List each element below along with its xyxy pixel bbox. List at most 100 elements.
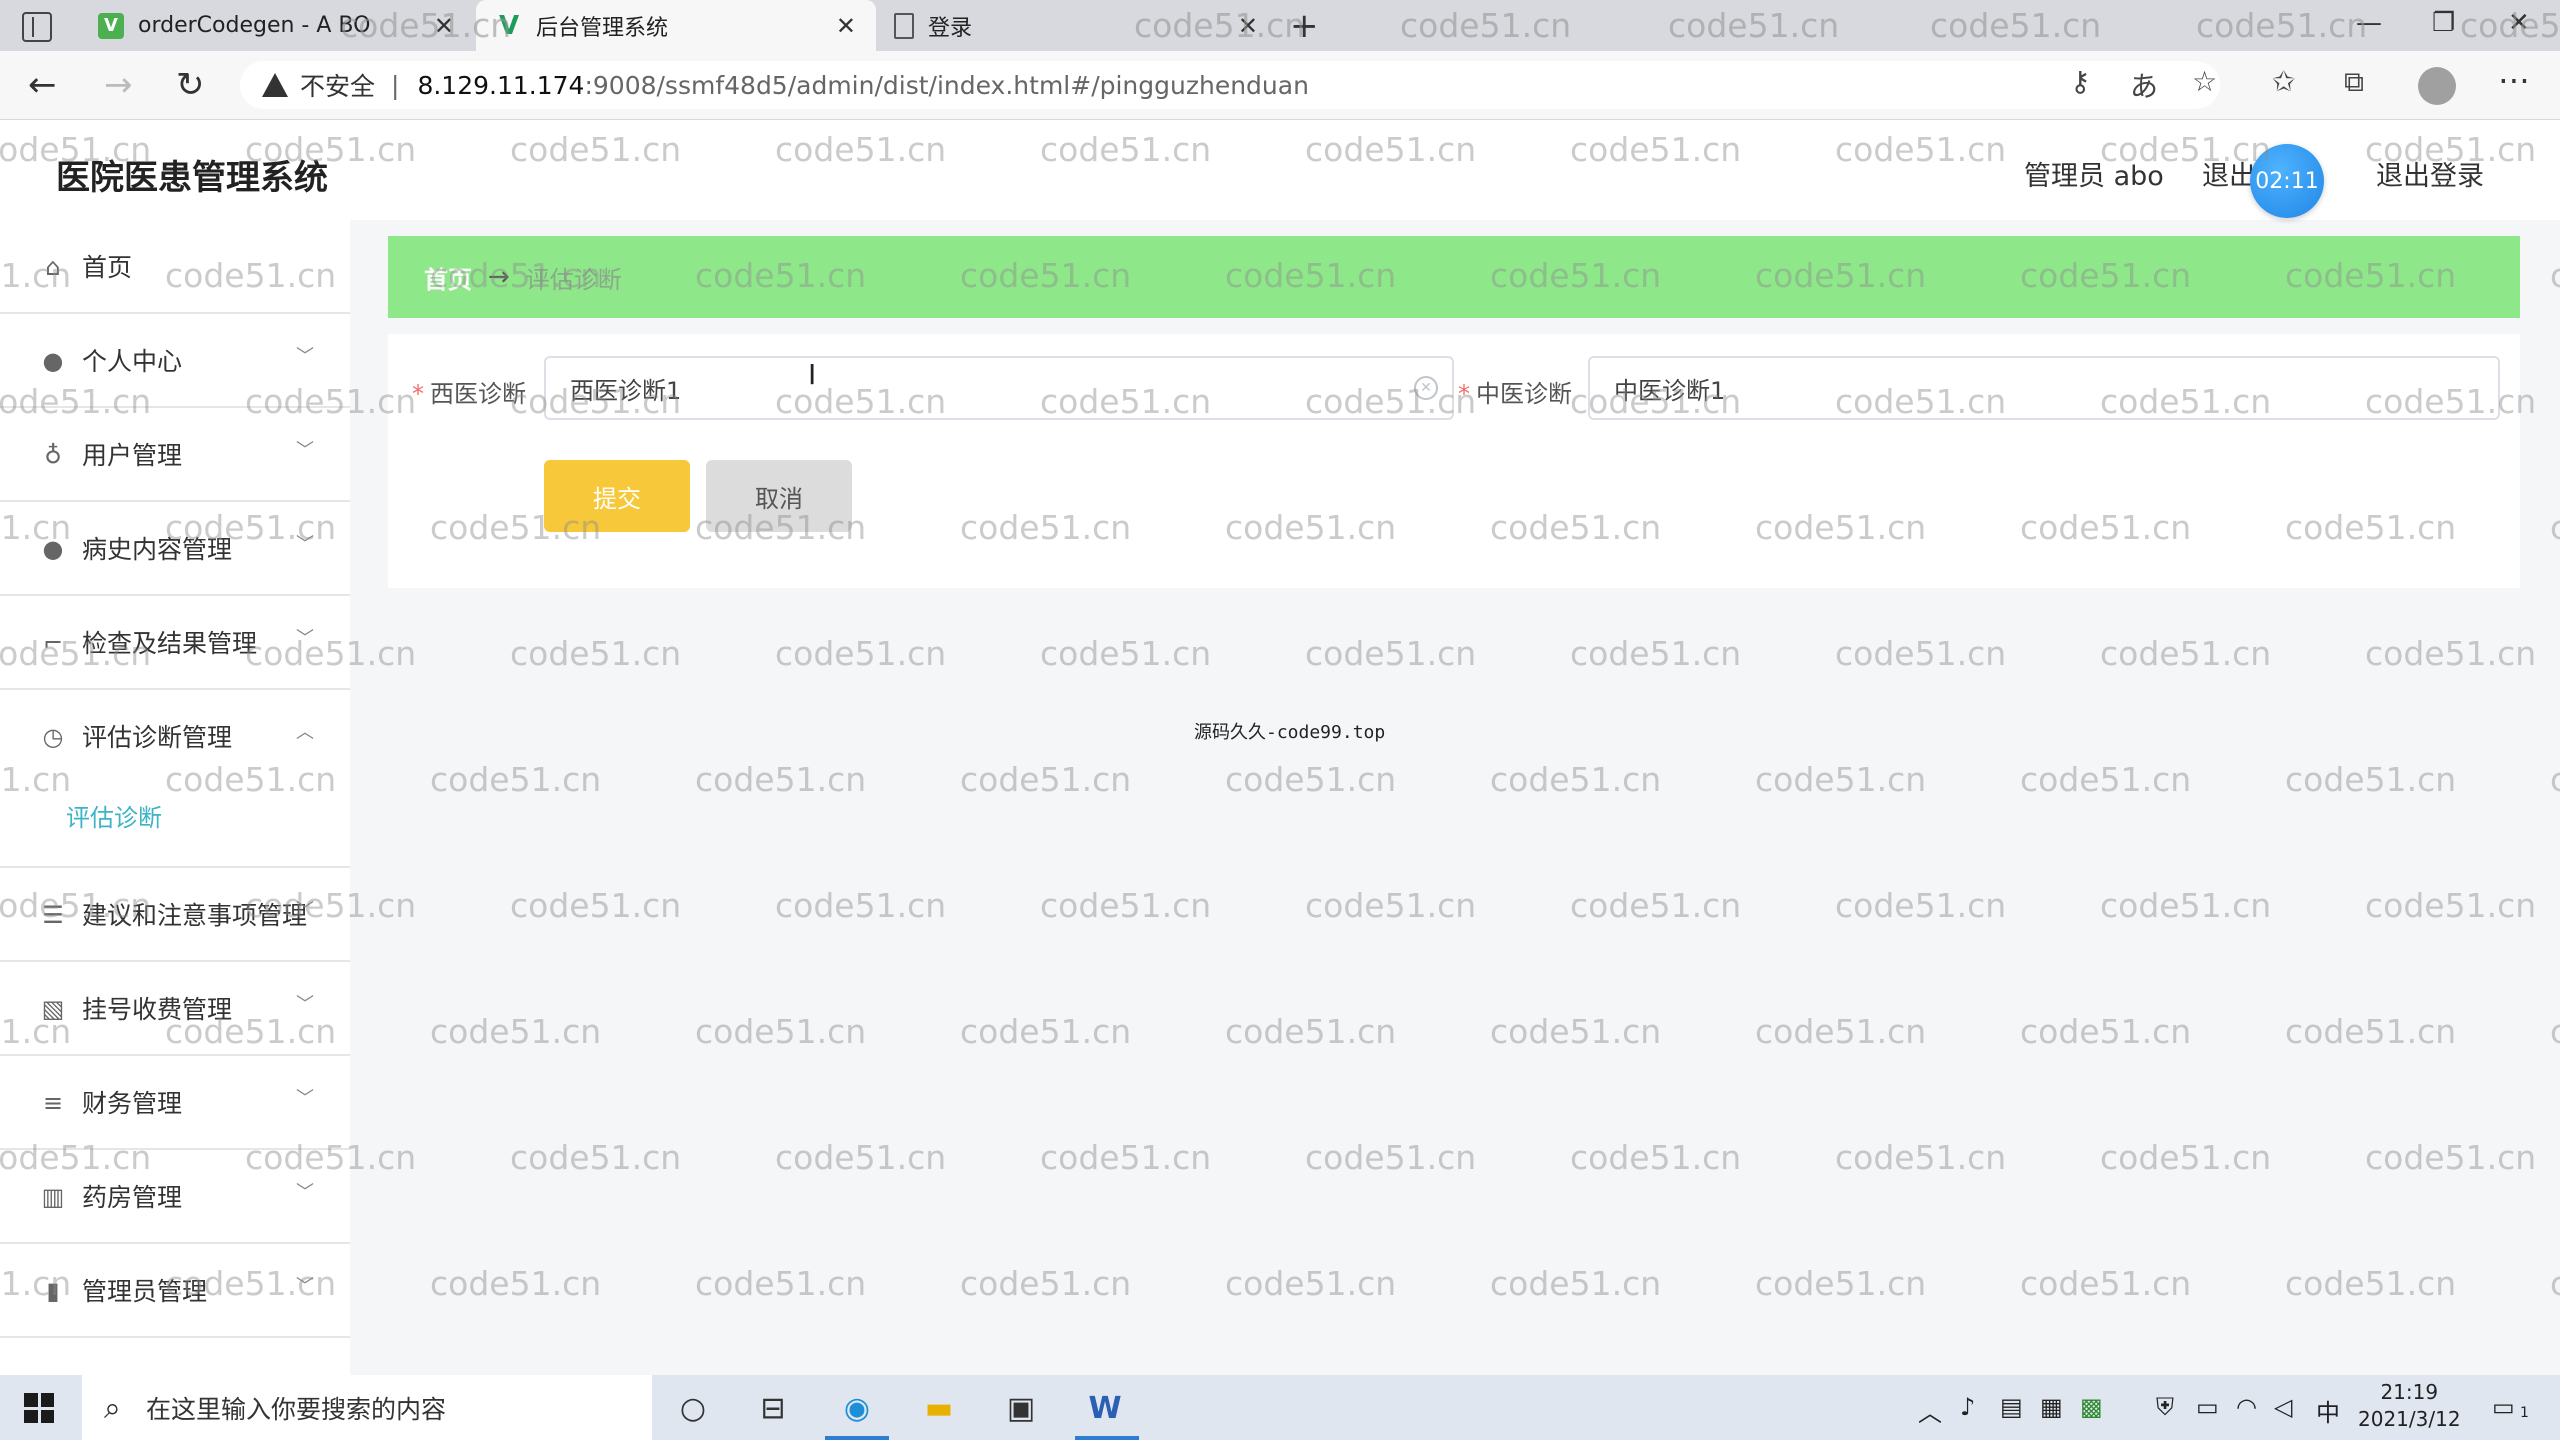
watermark-text: code51.cn (2100, 634, 2272, 673)
restore-icon[interactable]: ❐ (2432, 8, 2455, 38)
stack-icon: ☰ (42, 901, 64, 929)
submit-button[interactable]: 提交 (544, 460, 690, 532)
watermark-text: code51.cn (2285, 1264, 2457, 1303)
reload-icon[interactable]: ↻ (176, 65, 205, 105)
footer-note: 源码久久-code99.top (1194, 722, 1386, 743)
windows-start-icon[interactable] (24, 1393, 54, 1423)
shield-icon[interactable]: ⛨ (2156, 1393, 2174, 1421)
chinese-diagnosis-label: * 中医诊断 (1458, 380, 1572, 408)
collections-icon[interactable]: ⧉ (2344, 65, 2364, 99)
file-explorer-icon[interactable]: ▬ (916, 1385, 962, 1431)
taskbar-search-box[interactable]: ⌕ 在这里输入你要搜索的内容 (82, 1375, 652, 1440)
watermark-text: code51.cn (2100, 886, 2272, 925)
app-tray-icon[interactable]: ▩ (2080, 1393, 2103, 1421)
watermark-text: code51.cn (695, 1012, 867, 1051)
watermark-text: code51.cn (695, 1264, 867, 1303)
v-logo-icon: V (98, 12, 124, 39)
task-view-icon[interactable]: ⊟ (750, 1385, 796, 1431)
sidebar-item-label: 个人中心 (82, 347, 183, 376)
chinese-diagnosis-input[interactable]: 中医诊断1 (1588, 356, 2500, 420)
app-title: 医院医患管理系统 (56, 158, 328, 198)
favorites-icon[interactable]: ✩ (2272, 65, 2295, 98)
watermark-text: code51.cn (960, 1264, 1132, 1303)
sidebar-item-pharmacy[interactable]: ▥ 药房管理 ﹀ (0, 1150, 350, 1244)
tab-title: 后台管理系统 (536, 15, 669, 41)
chinese-diagnosis-value: 中医诊断1 (1614, 376, 1726, 405)
sidebar-item-diagnosis[interactable]: ◷ 评估诊断管理 ︿ 评估诊断 (0, 690, 350, 868)
store-icon[interactable]: ▣ (998, 1385, 1044, 1431)
logout-link[interactable]: 退出登录 (2376, 154, 2484, 193)
monitor-icon[interactable]: ▦ (2040, 1393, 2063, 1421)
watermark-text: code51.cn (1490, 760, 1662, 799)
watermark-text: code51.cn (2550, 256, 2560, 295)
cortana-icon[interactable]: ○ (670, 1385, 716, 1431)
browser-tab-2[interactable]: V 后台管理系统 ✕ (476, 0, 876, 51)
notification-count: 1 (2520, 1405, 2529, 1421)
more-icon[interactable]: ⋯ (2498, 61, 2530, 99)
watermark-text: code51.cn (960, 1012, 1132, 1051)
watermark-text: code51.cn (430, 1264, 602, 1303)
watermark-text: code51.cn (775, 634, 947, 673)
clear-icon[interactable]: ✕ (1414, 376, 1438, 400)
western-diagnosis-label: * 西医诊断 (412, 380, 526, 408)
required-mark: * (1458, 380, 1470, 408)
sidebar-item-label: 管理员管理 (82, 1277, 208, 1306)
watermark-text: code51.cn (960, 760, 1132, 799)
chevron-up-icon[interactable]: ︿ (1918, 1393, 1942, 1428)
wifi-icon[interactable]: ◠ (2236, 1393, 2257, 1421)
chevron-down-icon: ﹀ (296, 1276, 314, 1297)
battery-icon[interactable]: ▭ (2196, 1393, 2219, 1421)
screen-icon[interactable]: ▤ (2000, 1393, 2023, 1421)
breadcrumb-home[interactable]: 首页 (424, 260, 472, 295)
ime-indicator[interactable]: 中 (2316, 1393, 2340, 1428)
sidebar-item-personal-center[interactable]: ● 个人中心 ﹀ (0, 314, 350, 408)
watermark-text: code51.cn (1835, 886, 2007, 925)
sidebar-item-home[interactable]: ⌂ 首页 (0, 220, 350, 314)
sidebar: ⌂ 首页 ● 个人中心 ﹀ ♁ 用户管理 ﹀ ● 病史内容管理 ﹀ ⌐ 检查及结… (0, 220, 350, 1375)
watermark-text: code51.cn (1490, 1012, 1662, 1051)
address-bar: ← → ↻ 不安全 | 8.129.11.174 :9008/ssmf48d5/… (0, 51, 2560, 120)
watermark-text: code51.cn (1490, 1264, 1662, 1303)
logout-partial-link[interactable]: 退出 (2202, 154, 2256, 193)
submenu-item-diagnosis[interactable]: 评估诊断 (66, 798, 162, 833)
watermark-text: code51.cn (1040, 634, 1212, 673)
tab-actions-icon[interactable] (22, 12, 52, 42)
forward-icon[interactable]: → (104, 65, 133, 105)
breadcrumb-arrow-icon: → (488, 262, 510, 292)
clock-icon: ◷ (42, 723, 64, 751)
sidebar-item-finance[interactable]: ≡ 财务管理 ﹀ (0, 1056, 350, 1150)
chevron-down-icon: ﹀ (296, 994, 314, 1015)
watermark-text: code51.cn (1755, 760, 1927, 799)
western-diagnosis-input[interactable]: 西医诊断1 ✕ (544, 356, 1454, 420)
watermark-text: code51.cn (2550, 508, 2560, 547)
edge-icon[interactable]: ◉ (834, 1385, 880, 1431)
watermark-text: code51.cn (1755, 1264, 1927, 1303)
watermark-text: code51.cn (1225, 760, 1397, 799)
text-cursor-icon: I (808, 358, 817, 391)
sidebar-item-advice[interactable]: ☰ 建议和注意事项管理 ﹀ (0, 868, 350, 962)
translate-icon[interactable]: あ (2130, 65, 2158, 105)
close-tab-icon[interactable]: ✕ (836, 12, 856, 40)
sidebar-item-exams[interactable]: ⌐ 检查及结果管理 ﹀ (0, 596, 350, 690)
profile-avatar[interactable] (2418, 67, 2456, 105)
add-favorite-icon[interactable]: ☆ (2192, 65, 2217, 98)
sidebar-item-history[interactable]: ● 病史内容管理 ﹀ (0, 502, 350, 596)
cancel-button[interactable]: 取消 (706, 460, 852, 532)
url-field[interactable]: 不安全 | 8.129.11.174 :9008/ssmf48d5/admin/… (240, 61, 2220, 109)
volume-icon[interactable]: ◁ (2274, 1393, 2292, 1421)
tab-title: orderCodegen - A BO (138, 13, 371, 38)
sidebar-item-admins[interactable]: ▮ 管理员管理 ﹀ (0, 1244, 350, 1338)
back-icon[interactable]: ← (28, 65, 57, 105)
word-icon[interactable]: W (1082, 1385, 1128, 1431)
timer-badge[interactable]: 02:11 (2250, 144, 2324, 218)
microphone-icon[interactable]: ♪ (1960, 1393, 1975, 1421)
notification-icon[interactable]: ▭ (2492, 1393, 2515, 1421)
sidebar-item-registration[interactable]: ▧ 挂号收费管理 ﹀ (0, 962, 350, 1056)
sidebar-item-user-management[interactable]: ♁ 用户管理 ﹀ (0, 408, 350, 502)
watermark-text: code51.cn (2550, 760, 2560, 799)
key-icon[interactable]: ⚷ (2070, 65, 2091, 98)
user-label: 管理员 abo (2024, 161, 2164, 192)
bar-chart-icon: ▮ (46, 1277, 60, 1305)
watermark-text: code51.cn (430, 760, 602, 799)
system-clock[interactable]: 21:19 2021/3/12 (2358, 1379, 2461, 1433)
